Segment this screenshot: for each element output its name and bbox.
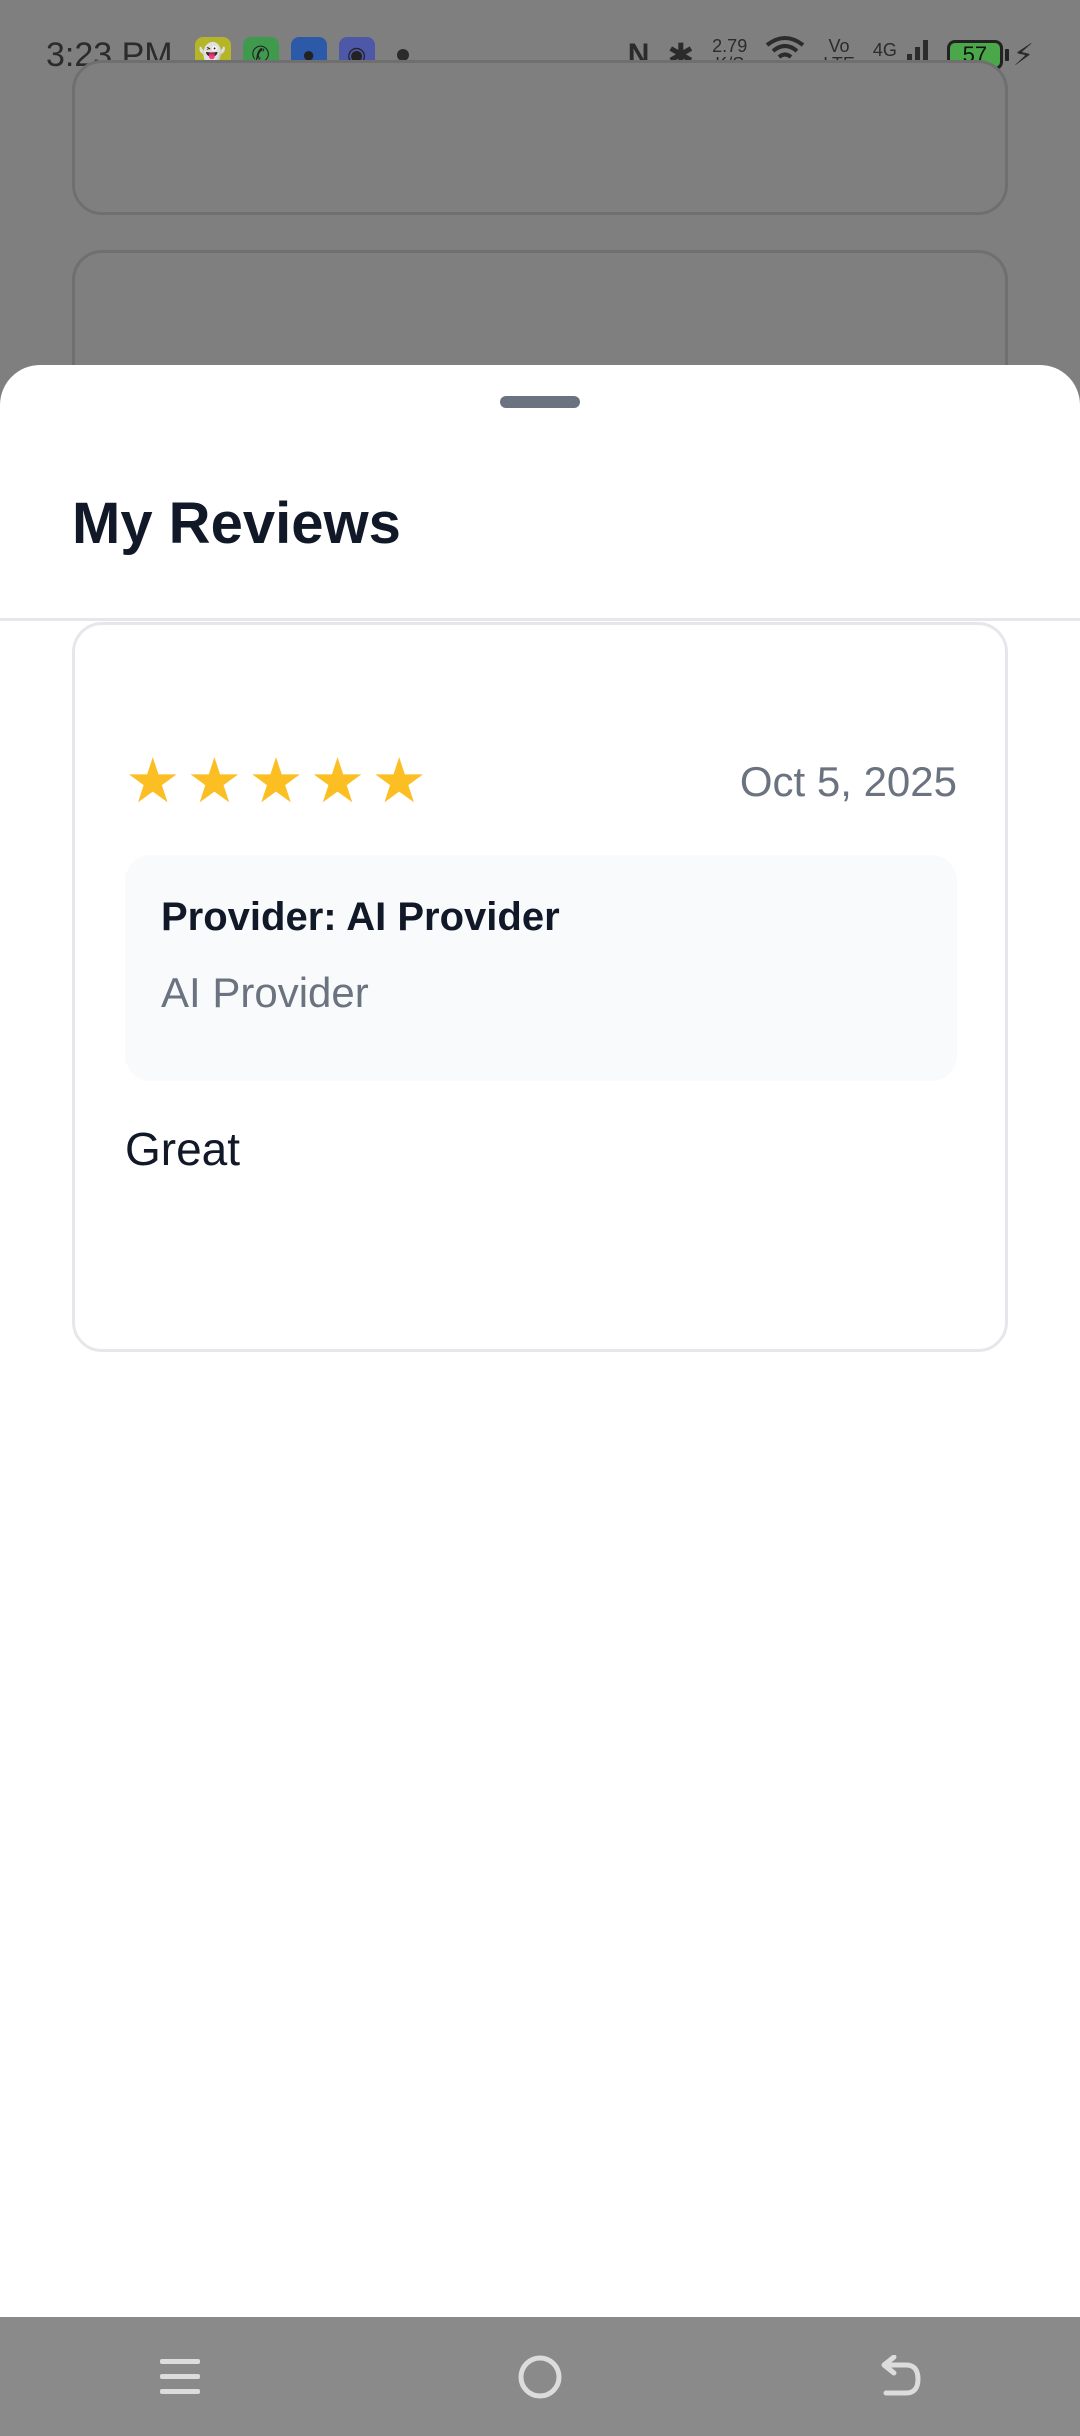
menu-icon	[160, 2358, 200, 2394]
provider-info: Provider: AI Provider AI Provider	[125, 855, 957, 1081]
provider-label: Provider: AI Provider	[161, 895, 560, 939]
charging-icon: ⚡	[1012, 38, 1034, 72]
provider-name: AI Provider	[161, 969, 369, 1016]
sheet-title: My Reviews	[72, 491, 401, 556]
network-type: 4G	[872, 40, 897, 60]
navigation-bar	[0, 2317, 1080, 2436]
review-date: Oct 5, 2025	[739, 758, 957, 805]
review-text: Great	[125, 1123, 241, 1175]
star-icon: ★	[186, 747, 243, 816]
star-icon: ★	[248, 747, 304, 816]
star-icon: ★	[125, 747, 181, 816]
review-card: ★ ★ ★ ★ ★ Oct 5, 2025 Provider: AI Provi…	[72, 622, 1008, 1352]
star-icon: ★	[309, 747, 366, 816]
divider	[0, 618, 1080, 621]
home-circle-icon	[518, 2355, 562, 2398]
back-button[interactable]	[860, 2337, 940, 2417]
home-button[interactable]	[500, 2337, 580, 2417]
recent-apps-button[interactable]	[140, 2337, 220, 2417]
network-speed-value: 2.79	[712, 36, 748, 56]
reviews-bottom-sheet: My Reviews ★ ★ ★ ★ ★ Oct 5, 2025 Provide…	[0, 365, 1080, 2317]
star-rating: ★ ★ ★ ★ ★	[125, 751, 427, 813]
sheet-drag-handle[interactable]	[500, 396, 580, 408]
volte-top: Vo	[828, 36, 850, 56]
star-icon: ★	[371, 747, 427, 816]
back-arrow-icon	[881, 2354, 921, 2395]
background-card	[72, 60, 1008, 215]
